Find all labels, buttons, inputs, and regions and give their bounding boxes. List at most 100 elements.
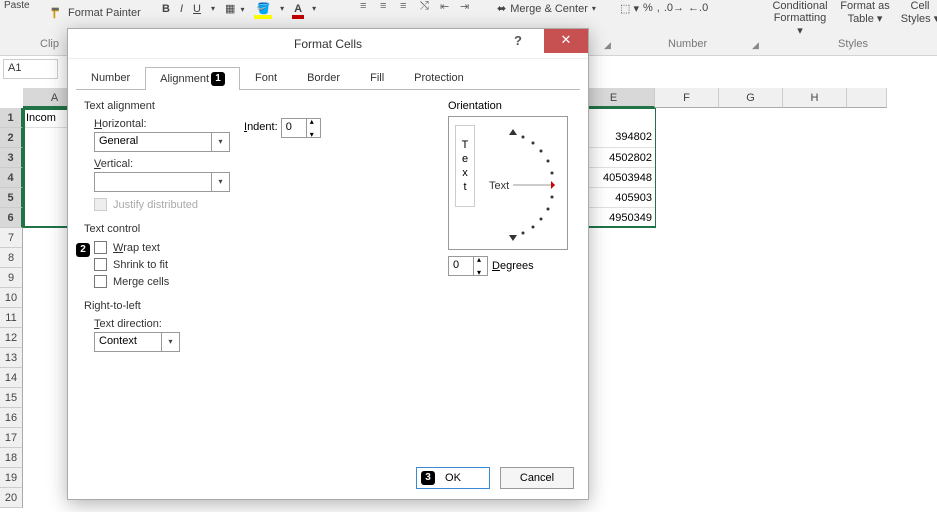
row-header[interactable]: 17 [0,428,23,448]
dialog-tabs: Number Alignment1 Font Border Fill Prote… [76,67,580,90]
orientation-label: Orientation [448,100,568,112]
col-header-h[interactable]: H [783,88,847,108]
align-top-icon[interactable]: ≡ [360,0,376,13]
degrees-label: Degrees [492,260,534,272]
row-header[interactable]: 2 [0,128,23,148]
close-button[interactable]: ✕ [544,29,588,53]
row-header[interactable]: 13 [0,348,23,368]
orientation-panel: Orientation Text Text 0 [448,100,568,276]
paste-button[interactable]: Paste [4,0,30,11]
number-launcher-icon[interactable]: ◢ [752,40,759,51]
underline-dropdown-icon[interactable]: ▾ [209,2,217,15]
dialog-buttons: 3OK Cancel [416,467,574,489]
italic-button[interactable]: I [178,1,185,17]
row-header[interactable]: 9 [0,268,23,288]
chevron-down-icon: ▾ [211,133,229,151]
tab-font[interactable]: Font [240,67,292,89]
row-header[interactable]: 1 [0,108,23,128]
cell-styles-button[interactable]: Cell Styles ▾ [900,0,937,37]
text-direction-label: Text direction: [94,318,572,330]
dialog-titlebar[interactable]: Format Cells ? ✕ [68,29,588,59]
comma-button[interactable]: , [657,2,660,15]
conditional-formatting-button[interactable]: Conditional Formatting ▾ [770,0,830,37]
increase-decimal-icon[interactable]: .0→ [664,2,684,15]
callout-3: 3 [421,471,435,485]
increase-indent-icon[interactable]: ⇥ [460,0,476,13]
spinner-arrows-icon[interactable] [306,119,320,137]
format-as-table-button[interactable]: Format as Table ▾ [840,0,890,37]
dialog-body: Text alignment Horizontal: General▾ Inde… [68,90,588,480]
row-header[interactable]: 19 [0,468,23,488]
orientation-box[interactable]: Text Text [448,116,568,250]
orientation-arc[interactable]: Text [483,123,565,245]
rtl-label: Right-to-left [84,300,572,312]
orientation-icon[interactable]: ⤭ [420,0,436,13]
text-direction-select[interactable]: Context▾ [94,332,180,352]
horizontal-select[interactable]: General▾ [94,132,230,152]
format-painter-button[interactable]: Format Painter [50,6,141,20]
name-box[interactable]: A1 [3,59,58,79]
row-header[interactable]: 11 [0,308,23,328]
col-header-i[interactable] [847,88,887,108]
indent-spinner[interactable]: 0 [281,118,321,138]
bold-button[interactable]: B [160,1,172,17]
format-cells-dialog: Format Cells ? ✕ Number Alignment1 Font … [67,28,589,500]
paintbrush-icon [50,6,64,20]
help-button[interactable]: ? [498,29,538,53]
merge-cells-checkbox[interactable]: Merge cells [94,275,572,288]
row-header[interactable]: 14 [0,368,23,388]
tab-border[interactable]: Border [292,67,355,89]
row-header[interactable]: 10 [0,288,23,308]
decrease-indent-icon[interactable]: ⇤ [440,0,456,13]
vertical-text-sample[interactable]: Text [455,125,475,207]
merge-dropdown-icon[interactable]: ▾ [592,4,596,13]
row-header[interactable]: 15 [0,388,23,408]
ok-button[interactable]: 3OK [416,467,490,489]
checkbox-icon [94,198,107,211]
row-header[interactable]: 8 [0,248,23,268]
underline-button[interactable]: U [191,1,203,17]
currency-dropdown[interactable]: ⬚ ▾ [620,2,639,15]
font-color-dropdown-icon[interactable]: ▾ [310,2,318,15]
border-button[interactable]: ▦ ▾ [223,0,248,17]
merge-label: Merge & Center [510,3,588,15]
checkbox-icon [94,241,107,254]
orientation-text: Text [489,180,509,192]
align-middle-icon[interactable]: ≡ [380,0,396,13]
callout-1: 1 [211,72,225,86]
tab-fill[interactable]: Fill [355,67,399,89]
row-header[interactable]: 3 [0,148,23,168]
cancel-button[interactable]: Cancel [500,467,574,489]
tab-alignment[interactable]: Alignment1 [145,67,240,90]
row-header[interactable]: 20 [0,488,23,508]
row-header[interactable]: 7 [0,228,23,248]
indent-field: Indent: 0 [244,118,321,138]
align-group: ≡ ≡ ≡ ⤭ ⇤ ⇥ [360,0,476,13]
col-header-f[interactable]: F [655,88,719,108]
merge-center-button[interactable]: ⬌ Merge & Center ▾ [497,2,596,15]
percent-button[interactable]: % [643,2,653,15]
font-color-button[interactable]: A [292,1,304,17]
spinner-arrows-icon[interactable] [473,257,487,275]
row-header[interactable]: 5 [0,188,23,208]
clipboard-group-label: Clip [40,38,59,50]
alignment-launcher-icon[interactable]: ◢ [604,40,611,51]
col-header-g[interactable]: G [719,88,783,108]
degrees-spinner[interactable]: 0 [448,256,488,276]
fill-color-button[interactable]: 🪣 [254,0,272,17]
text-direction-field: Text direction: Context▾ [94,318,572,352]
row-header[interactable]: 6 [0,208,23,228]
font-group: B I U ▾ ▦ ▾ 🪣 ▾ A ▾ [160,0,318,17]
checkbox-icon [94,258,107,271]
decrease-decimal-icon[interactable]: ←.0 [688,2,708,15]
vertical-select[interactable]: ▾ [94,172,230,192]
tab-number[interactable]: Number [76,67,145,89]
align-bottom-icon[interactable]: ≡ [400,0,416,13]
row-header[interactable]: 16 [0,408,23,428]
row-header[interactable]: 4 [0,168,23,188]
tab-protection[interactable]: Protection [399,67,479,89]
row-header[interactable]: 18 [0,448,23,468]
fill-color-dropdown-icon[interactable]: ▾ [278,2,286,15]
row-header[interactable]: 12 [0,328,23,348]
callout-2: 2 [76,243,90,257]
